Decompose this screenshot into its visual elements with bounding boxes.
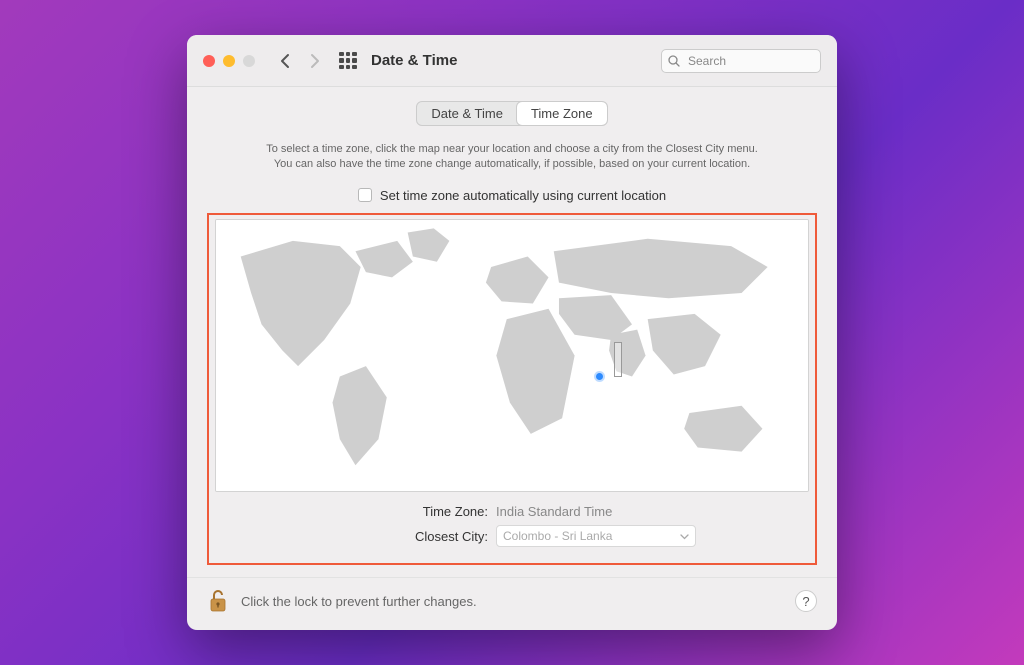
search-icon bbox=[668, 55, 680, 67]
minimize-icon[interactable] bbox=[223, 55, 235, 67]
chevron-left-icon bbox=[280, 53, 290, 69]
closest-city-selected: Colombo - Sri Lanka bbox=[503, 529, 612, 543]
tab-time-zone[interactable]: Time Zone bbox=[517, 102, 607, 125]
location-marker-icon bbox=[596, 373, 603, 380]
traffic-lights bbox=[203, 55, 255, 67]
chevron-right-icon bbox=[310, 53, 320, 69]
window-title: Date & Time bbox=[371, 52, 457, 69]
timezone-label: Time Zone: bbox=[318, 504, 488, 519]
closest-city-row: Closest City: Colombo - Sri Lanka bbox=[215, 525, 809, 547]
tab-date-time[interactable]: Date & Time bbox=[417, 102, 517, 125]
world-map[interactable] bbox=[215, 219, 809, 492]
instructions-text: To select a time zone, click the map nea… bbox=[207, 142, 817, 172]
show-all-button[interactable] bbox=[339, 52, 357, 70]
content-area: Date & Time Time Zone To select a time z… bbox=[187, 87, 837, 577]
selected-timezone-band bbox=[614, 342, 622, 377]
search-wrap bbox=[661, 49, 821, 73]
search-input[interactable] bbox=[661, 49, 821, 73]
auto-timezone-label: Set time zone automatically using curren… bbox=[380, 188, 666, 203]
close-icon[interactable] bbox=[203, 55, 215, 67]
forward-button bbox=[305, 46, 325, 76]
timezone-row: Time Zone: India Standard Time bbox=[215, 504, 809, 519]
lock-icon[interactable] bbox=[207, 588, 229, 614]
lock-hint-text: Click the lock to prevent further change… bbox=[241, 594, 477, 609]
auto-timezone-row: Set time zone automatically using curren… bbox=[207, 188, 817, 203]
maximize-icon[interactable] bbox=[243, 55, 255, 67]
timezone-form: Time Zone: India Standard Time Closest C… bbox=[215, 504, 809, 553]
help-button[interactable]: ? bbox=[795, 590, 817, 612]
nav-buttons bbox=[275, 46, 325, 76]
titlebar: Date & Time bbox=[187, 35, 837, 87]
system-preferences-window: Date & Time Date & Time Time Zone To sel… bbox=[187, 35, 837, 630]
back-button[interactable] bbox=[275, 46, 295, 76]
world-map-svg bbox=[216, 220, 808, 491]
closest-city-select[interactable]: Colombo - Sri Lanka bbox=[496, 525, 696, 547]
chevron-down-icon bbox=[680, 532, 689, 541]
highlighted-region: Time Zone: India Standard Time Closest C… bbox=[207, 213, 817, 565]
tab-bar: Date & Time Time Zone bbox=[416, 101, 607, 126]
closest-city-label: Closest City: bbox=[318, 529, 488, 544]
footer: Click the lock to prevent further change… bbox=[187, 577, 837, 630]
auto-timezone-checkbox[interactable] bbox=[358, 188, 372, 202]
timezone-value: India Standard Time bbox=[496, 504, 706, 519]
instruction-line1: To select a time zone, click the map nea… bbox=[207, 142, 817, 157]
closest-city-value-wrap: Colombo - Sri Lanka bbox=[496, 525, 706, 547]
instruction-line2: You can also have the time zone change a… bbox=[207, 157, 817, 172]
